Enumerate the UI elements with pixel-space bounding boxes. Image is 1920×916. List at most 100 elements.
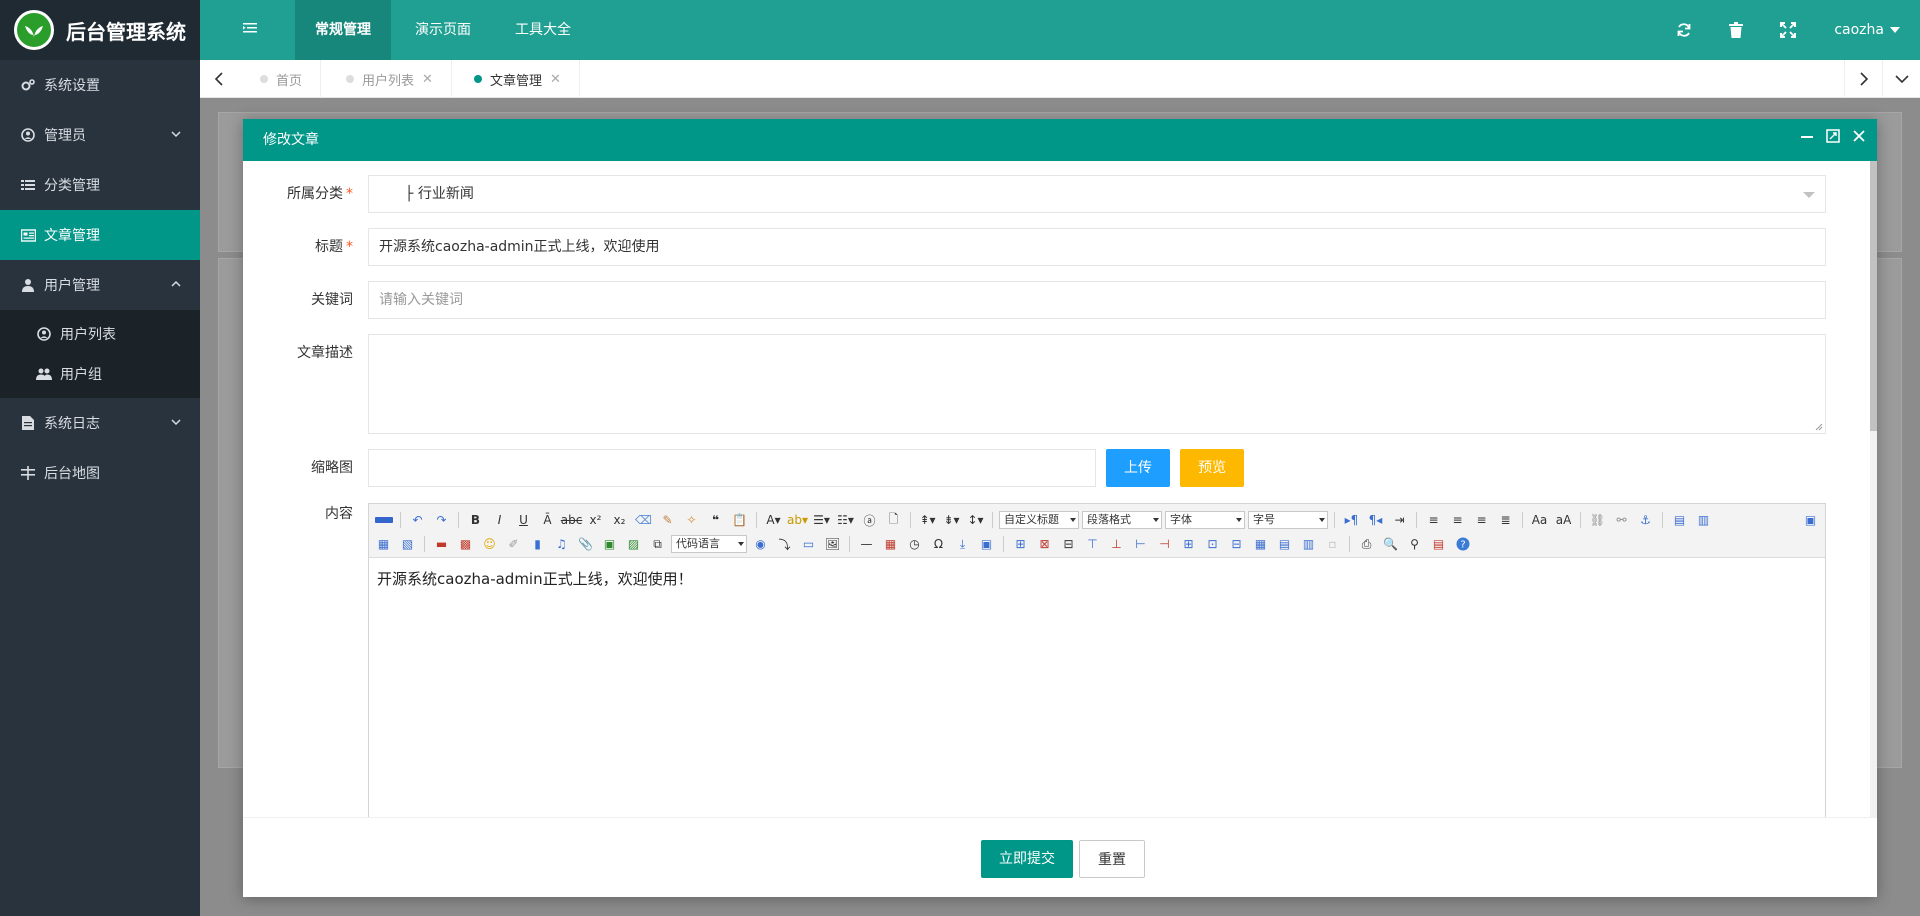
page-tab-articles[interactable]: 文章管理 ✕ — [456, 60, 580, 98]
strikethrough-icon[interactable]: abc — [561, 511, 583, 529]
redo-icon[interactable]: ↷ — [431, 511, 452, 529]
scrollbar-thumb[interactable] — [1870, 161, 1877, 431]
sidebar-subitem-user-list[interactable]: 用户列表 — [0, 314, 200, 354]
code-language-select[interactable]: 代码语言 — [671, 535, 747, 553]
fullscreen-icon[interactable] — [1762, 22, 1814, 38]
logo[interactable]: 后台管理系统 — [0, 0, 200, 60]
align-right-icon[interactable]: ≡ — [1471, 511, 1492, 529]
preview-button[interactable]: 预览 — [1180, 449, 1244, 487]
delete-table-icon[interactable]: ⊠ — [1034, 535, 1055, 553]
insert-col-icon[interactable]: ⊢ — [1130, 535, 1151, 553]
modal-scrollbar[interactable] — [1870, 161, 1877, 817]
line-height-icon[interactable]: ↕▾ — [965, 511, 986, 529]
bold-icon[interactable]: B — [465, 511, 486, 529]
close-icon[interactable] — [1851, 119, 1867, 161]
paragraph-format-select[interactable]: 段落格式 — [1082, 511, 1162, 529]
lowercase-icon[interactable]: aA — [1553, 511, 1574, 529]
split-cols-icon[interactable]: ▥ — [1298, 535, 1319, 553]
eraser-icon[interactable]: ⌫ — [633, 511, 654, 529]
sidebar-subitem-user-group[interactable]: 用户组 — [0, 354, 200, 394]
resize-handle-icon[interactable] — [1815, 423, 1823, 431]
background-color-icon[interactable]: ab▾ — [787, 511, 808, 529]
html-source-icon[interactable] — [373, 511, 394, 529]
undo-icon[interactable]: ↶ — [407, 511, 428, 529]
submit-button[interactable]: 立即提交 — [981, 840, 1073, 878]
unordered-list-icon[interactable]: ☷▾ — [835, 511, 856, 529]
align-justify-icon[interactable]: ≣ — [1495, 511, 1516, 529]
web-app-icon[interactable]: ◉ — [750, 535, 771, 553]
sidebar-item-categories[interactable]: 分类管理 — [0, 160, 200, 210]
snapscreen-icon[interactable]: ▣ — [976, 535, 997, 553]
help-icon[interactable]: ? — [1452, 535, 1473, 553]
tabs-menu-chevron-down-icon[interactable] — [1882, 60, 1920, 98]
upload-button[interactable]: 上传 — [1106, 449, 1170, 487]
trash-icon[interactable] — [1710, 22, 1762, 38]
ordered-list-icon[interactable]: ☰▾ — [811, 511, 832, 529]
menu-toggle-icon[interactable] — [242, 20, 258, 40]
custom-heading-select[interactable]: 自定义标题 — [999, 511, 1079, 529]
gmap-icon[interactable]: ▨ — [623, 535, 644, 553]
header-tab-demo[interactable]: 演示页面 — [395, 0, 491, 60]
user-menu[interactable]: caozha — [1814, 22, 1920, 38]
paste-plain-icon[interactable]: 📋 — [729, 511, 750, 529]
description-textarea[interactable] — [368, 334, 1826, 434]
horizontal-rule-icon[interactable]: — — [856, 535, 877, 553]
editor-content[interactable]: 开源系统caozha-admin正式上线，欢迎使用！ — [369, 558, 1825, 599]
link-icon[interactable]: ⛓ — [1587, 511, 1608, 529]
uppercase-icon[interactable]: Aa — [1529, 511, 1550, 529]
maximize-icon[interactable] — [1825, 119, 1841, 161]
attachment-icon[interactable]: 📎 — [575, 535, 596, 553]
subscript-icon[interactable]: x₂ — [609, 511, 630, 529]
emotion-icon[interactable]: ☺ — [479, 535, 500, 553]
header-tab-tools[interactable]: 工具大全 — [495, 0, 591, 60]
tabs-scroll-right-icon[interactable] — [1844, 60, 1882, 98]
title-input[interactable]: 开源系统caozha-admin正式上线，欢迎使用 — [368, 228, 1826, 266]
auto-typeset-icon[interactable]: ✧ — [681, 511, 702, 529]
rtl-icon[interactable]: ¶◂ — [1365, 511, 1386, 529]
font-color-icon[interactable]: A▾ — [763, 511, 784, 529]
thumbnail-input[interactable] — [368, 449, 1096, 487]
row-spacing-top-icon[interactable]: ⇞▾ — [917, 511, 938, 529]
image-left-icon[interactable]: ▥ — [1693, 511, 1714, 529]
underline-icon[interactable]: U — [513, 511, 534, 529]
page-tab-home[interactable]: 首页 — [242, 60, 322, 98]
merge-right-icon[interactable]: ⊡ — [1202, 535, 1223, 553]
special-char-icon[interactable]: Ω — [928, 535, 949, 553]
align-left-icon[interactable]: ≡ — [1423, 511, 1444, 529]
select-all-icon[interactable]: ⓐ — [859, 511, 880, 529]
template-icon[interactable]: ▭ — [798, 535, 819, 553]
scrawl-icon[interactable]: ✐ — [503, 535, 524, 553]
minimize-icon[interactable] — [1799, 119, 1815, 161]
font-family-select[interactable]: 字体 — [1165, 511, 1245, 529]
blockquote-icon[interactable]: ❝ — [705, 511, 726, 529]
sidebar-item-admins[interactable]: 管理员 — [0, 110, 200, 160]
sidebar-item-system-settings[interactable]: 系统设置 — [0, 60, 200, 110]
split-cells-icon[interactable]: ▦ — [1250, 535, 1271, 553]
time-icon[interactable]: ◷ — [904, 535, 925, 553]
delete-row-icon[interactable]: ⊥ — [1106, 535, 1127, 553]
insert-row-icon[interactable]: ⊤ — [1082, 535, 1103, 553]
image-right-icon[interactable]: ▦ — [373, 535, 394, 553]
sidebar-item-system-log[interactable]: 系统日志 — [0, 398, 200, 448]
insert-frame-icon[interactable]: ⧉ — [647, 535, 668, 553]
delete-col-icon[interactable]: ⊣ — [1154, 535, 1175, 553]
simple-upload-icon[interactable]: ▬ — [431, 535, 452, 553]
fullscreen-editor-icon[interactable]: ▣ — [1800, 511, 1821, 529]
insert-video-icon[interactable]: ▮ — [527, 535, 548, 553]
superscript-icon[interactable]: x² — [585, 511, 606, 529]
ltr-icon[interactable]: ▸¶ — [1341, 511, 1362, 529]
anchor-icon[interactable]: ⚓ — [1635, 511, 1656, 529]
insert-table-icon[interactable]: ⊞ — [1010, 535, 1031, 553]
preview-icon[interactable]: 🔍 — [1380, 535, 1401, 553]
italic-icon[interactable]: I — [489, 511, 510, 529]
reset-button[interactable]: 重置 — [1079, 840, 1145, 878]
search-replace-icon[interactable]: ⚲ — [1404, 535, 1425, 553]
drafts-icon[interactable]: ▤ — [1428, 535, 1449, 553]
font-border-icon[interactable]: Ā — [537, 511, 558, 529]
sidebar-item-users[interactable]: 用户管理 — [0, 260, 200, 310]
music-icon[interactable]: ♫ — [551, 535, 572, 553]
merge-cells-icon[interactable]: ⊞ — [1178, 535, 1199, 553]
clear-document-icon[interactable]: 🗋 — [883, 511, 904, 529]
unlink-icon[interactable]: ⚯ — [1611, 511, 1632, 529]
row-spacing-bottom-icon[interactable]: ⇟▾ — [941, 511, 962, 529]
